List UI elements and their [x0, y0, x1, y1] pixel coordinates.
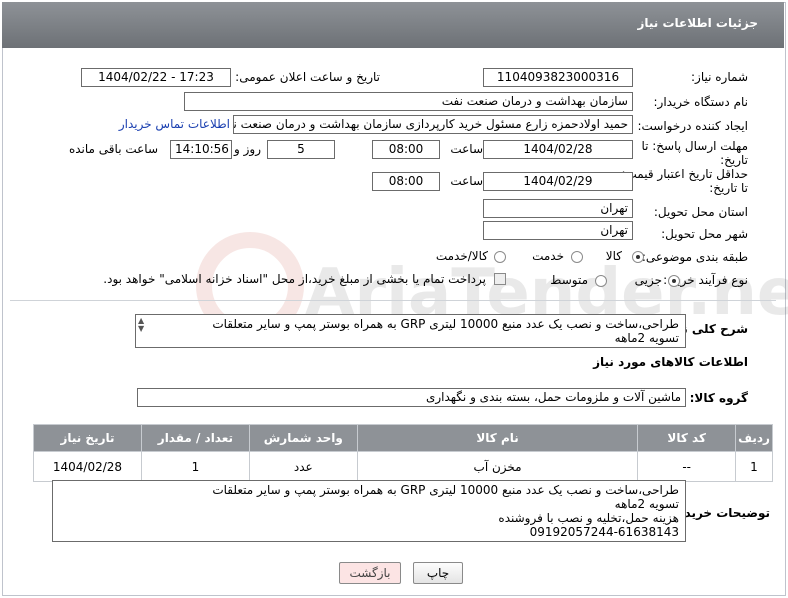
table-row: 1 -- مخزن آب عدد 1 1404/02/28 — [33, 451, 773, 482]
goods-table: ردیف کد کالا نام کالا واحد شمارش تعداد /… — [33, 424, 773, 482]
creator-field: حمید اولادحمزه زارع مسئول خرید کارپردازی… — [233, 115, 633, 134]
process-radio-medium[interactable] — [595, 275, 607, 287]
validity-time-label: ساعت — [450, 174, 483, 188]
buyer-notes-textarea[interactable]: طراحی،ساخت و نصب یک عدد منبع 10000 لیتری… — [52, 480, 686, 542]
contact-buyer-link[interactable]: اطلاعات تماس خریدار — [119, 117, 230, 131]
deadline-date-field: 1404/02/28 — [483, 140, 633, 159]
cell-date: 1404/02/28 — [33, 451, 142, 482]
category-option-goods: کالا — [605, 249, 622, 263]
col-header-row: ردیف — [735, 424, 773, 452]
process-radio-minor[interactable] — [668, 275, 680, 287]
cell-name: مخزن آب — [356, 451, 639, 482]
creator-label: ایجاد کننده درخواست: — [637, 119, 748, 133]
col-header-date: تاریخ نیاز — [33, 424, 142, 452]
validity-time-field: 08:00 — [372, 172, 440, 191]
back-button[interactable]: بازگشت — [339, 562, 401, 584]
category-radio-goods[interactable] — [632, 251, 644, 263]
print-button[interactable]: چاپ — [413, 562, 463, 584]
category-option-goods-service: کالا/خدمت — [435, 249, 488, 263]
col-header-code: کد کالا — [637, 424, 736, 452]
divider — [10, 300, 776, 301]
deadline-label-1: مهلت ارسال پاسخ: تا — [641, 139, 748, 153]
description-textarea[interactable]: طراحی،ساخت و نصب یک عدد منبع 10000 لیتری… — [135, 314, 686, 348]
cell-unit: عدد — [248, 451, 358, 482]
goods-info-title: اطلاعات کالاهای مورد نیاز — [593, 355, 748, 369]
category-label: طبقه بندی موضوعی: — [641, 250, 748, 264]
deadline-label-2: تاریخ: — [720, 153, 748, 167]
announce-field: 1404/02/22 - 17:23 — [81, 68, 231, 87]
need-number-field: 1104093823000316 — [483, 68, 633, 87]
payment-checkbox[interactable] — [494, 273, 506, 285]
col-header-unit: واحد شمارش — [248, 424, 358, 452]
col-header-name: نام کالا — [356, 424, 639, 452]
city-field: تهران — [483, 221, 633, 240]
cell-quantity: 1 — [140, 451, 250, 482]
category-option-service: خدمت — [532, 249, 564, 263]
announce-label: تاریخ و ساعت اعلان عمومی: — [235, 70, 380, 84]
cell-code: -- — [637, 451, 736, 482]
payment-note: پرداخت تمام یا بخشی از مبلغ خرید،از محل … — [103, 272, 486, 286]
category-radio-goods-service[interactable] — [494, 251, 506, 263]
scroll-arrows-icon[interactable]: ▲ ▼ — [138, 317, 144, 333]
province-label: استان محل تحویل: — [653, 205, 748, 219]
cell-row: 1 — [735, 451, 773, 482]
deadline-time-field: 08:00 — [372, 140, 440, 159]
province-field: تهران — [483, 199, 633, 218]
validity-label-2: تا تاریخ: — [709, 181, 748, 195]
col-header-quantity: تعداد / مقدار — [140, 424, 250, 452]
city-label: شهر محل تحویل: — [661, 227, 748, 241]
page-title: جزئیات اطلاعات نیاز — [637, 16, 758, 30]
validity-date-field: 1404/02/29 — [483, 172, 633, 191]
goods-group-field: ماشین آلات و ملزومات حمل، بسته بندی و نگ… — [137, 388, 686, 407]
days-field: 5 — [267, 140, 335, 159]
buyer-org-label: نام دستگاه خریدار: — [653, 95, 749, 109]
need-number-label: شماره نیاز: — [691, 70, 748, 84]
header-bar: جزئیات اطلاعات نیاز — [2, 2, 784, 48]
goods-group-label: گروه کالا: — [689, 391, 748, 405]
deadline-time-label: ساعت — [450, 142, 483, 156]
remaining-time-field: 14:10:56 — [170, 140, 232, 159]
buyer-org-field: سازمان بهداشت و درمان صنعت نفت — [184, 92, 633, 111]
process-option-medium: متوسط — [550, 273, 588, 287]
category-radio-service[interactable] — [571, 251, 583, 263]
process-option-minor: جزیی — [634, 273, 662, 287]
days-label: روز و — [234, 142, 261, 156]
remaining-time-label: ساعت باقی مانده — [68, 142, 158, 156]
validity-label-1: حداقل تاریخ اعتبار قیمت: — [621, 167, 748, 181]
